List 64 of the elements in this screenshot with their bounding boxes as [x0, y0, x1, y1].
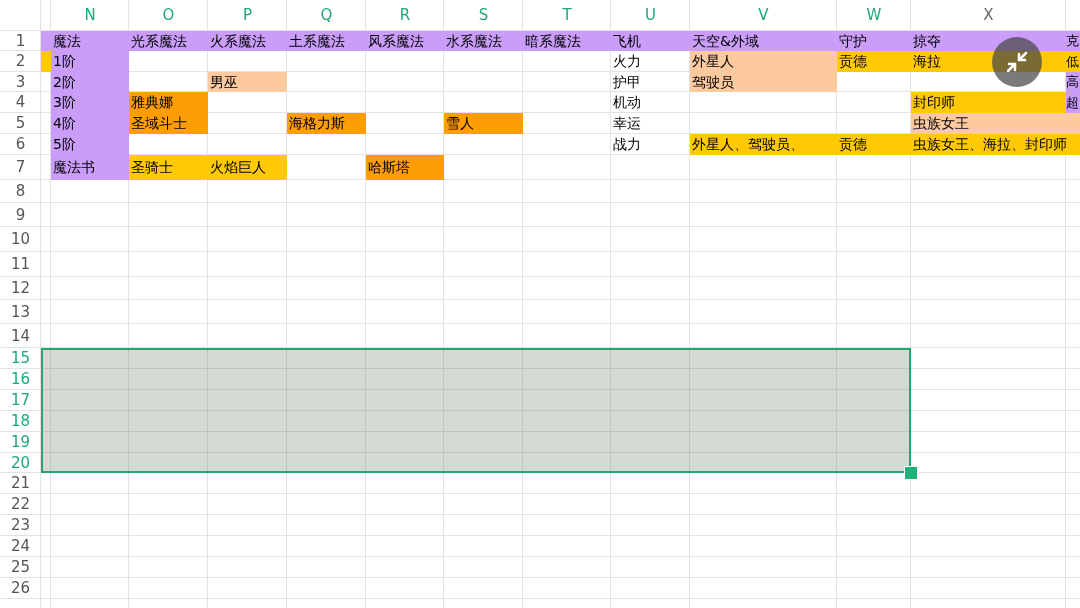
row-header[interactable]: 25	[0, 557, 41, 578]
table-cell: 克	[1066, 31, 1080, 51]
table-cell-text: 战力	[612, 135, 642, 154]
row-header[interactable]: 13	[0, 300, 41, 324]
table-cell: 魔法书	[51, 155, 129, 180]
table-cell-text: 火力	[612, 52, 642, 71]
table-cell: 水系魔法	[444, 31, 523, 51]
row-header[interactable]: 10	[0, 227, 41, 252]
table-cell: 虫族女王	[911, 113, 1080, 134]
row-header[interactable]: 4	[0, 92, 41, 113]
table-cell: 圣域斗士	[129, 113, 208, 134]
table-cell: 海格力斯	[287, 113, 366, 134]
table-cell: 火系魔法	[208, 31, 287, 51]
table-cell: 2阶	[51, 72, 129, 92]
row-header[interactable]: 2	[0, 51, 41, 72]
row-header[interactable]: 26	[0, 578, 41, 599]
row-header[interactable]: 22	[0, 494, 41, 515]
table-cell: 贡德	[837, 134, 911, 155]
row-header[interactable]: 8	[0, 180, 41, 203]
table-cell: 封印师	[911, 92, 1066, 113]
table-cell: 虫族女王、海拉、封印师	[911, 134, 1080, 155]
table-cell-text: 机动	[612, 93, 642, 112]
table-cell: 天空&外域	[690, 31, 837, 51]
row-header[interactable]: 21	[0, 473, 41, 494]
table-cell-text: 护甲	[612, 72, 642, 92]
table-cell: 3阶	[51, 92, 129, 113]
fill-handle[interactable]	[904, 466, 918, 480]
table-cell: 土系魔法	[287, 31, 366, 51]
table-cell: 高	[1066, 72, 1080, 92]
table-cell: 火焰巨人	[208, 155, 287, 180]
table-cell: 贡德	[837, 51, 911, 72]
row-header[interactable]: 24	[0, 536, 41, 557]
table-cell-text: 幸运	[612, 114, 642, 133]
table-cell: 光系魔法	[129, 31, 208, 51]
row-header[interactable]: 1	[0, 31, 41, 51]
row-header[interactable]: 5	[0, 113, 41, 134]
table-cell: 低	[1066, 51, 1080, 72]
table-cell: 4阶	[51, 113, 129, 134]
table-cell: 驾驶员	[690, 72, 837, 92]
row-header[interactable]: 23	[0, 515, 41, 536]
table-cell: 魔法	[51, 31, 129, 51]
table-cell: 守护	[837, 31, 911, 51]
row-header[interactable]: 6	[0, 134, 41, 155]
table-cell: 圣骑士	[129, 155, 208, 180]
row-header[interactable]: 14	[0, 324, 41, 348]
table-cell: 5阶	[51, 134, 129, 155]
table-cell: 哈斯塔	[366, 155, 444, 180]
table-cell: 雪人	[444, 113, 523, 134]
row-header[interactable]: 11	[0, 252, 41, 277]
table-cell: 超	[1066, 92, 1080, 113]
table-cell: 1阶	[51, 51, 129, 72]
table-cell: 飞机	[611, 31, 690, 51]
row-header[interactable]: 7	[0, 155, 41, 180]
collapse-icon	[1005, 50, 1029, 74]
row-header[interactable]: 3	[0, 72, 41, 92]
table-cell: 外星人、驾驶员、	[690, 134, 837, 155]
table-cell: 男巫	[208, 72, 287, 92]
row-header[interactable]: 9	[0, 203, 41, 227]
table-cell: 风系魔法	[366, 31, 444, 51]
table-cell: 外星人	[690, 51, 837, 72]
table-cell: 雅典娜	[129, 92, 208, 113]
row-header[interactable]: 12	[0, 277, 41, 300]
column-header[interactable]: X	[911, 0, 1066, 31]
table-cell: 暗系魔法	[523, 31, 611, 51]
